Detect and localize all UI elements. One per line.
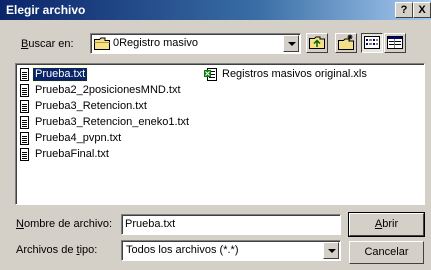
file-list[interactable]: Prueba.txt Prueba2_2posicionesMND.txt Pr…: [15, 63, 425, 205]
cancel-button[interactable]: Cancelar: [349, 241, 424, 264]
text-file-icon: [20, 100, 29, 113]
filetype-label: Archivos de tipo:: [16, 244, 98, 256]
window-title: Elegir archivo: [6, 3, 86, 17]
filename-label: Nombre de archivo:: [16, 218, 112, 230]
up-one-level-button[interactable]: [306, 33, 328, 53]
file-name: Prueba2_2posicionesMND.txt: [35, 84, 181, 96]
file-name: Prueba4_pvpn.txt: [35, 132, 122, 144]
folder-up-icon: [309, 36, 325, 49]
lookin-dropdown-arrow[interactable]: [283, 35, 299, 52]
file-name: Prueba3_Retencion.txt: [35, 100, 147, 112]
new-folder-button[interactable]: [335, 33, 357, 53]
filename-value: Prueba.txt: [125, 218, 176, 230]
text-file-icon: [20, 132, 29, 145]
file-name: PruebaFinal.txt: [35, 148, 109, 160]
help-button[interactable]: ?: [395, 2, 413, 18]
new-folder-icon: [338, 34, 354, 50]
list-view-icon: [364, 36, 380, 49]
file-name: Prueba.txt: [31, 67, 89, 82]
filetype-value: Todos los archivos (*.*): [126, 244, 239, 256]
list-view-button[interactable]: [361, 33, 383, 53]
file-name: Prueba3_Retencion_eneko1.txt: [35, 116, 190, 128]
details-view-button[interactable]: [384, 33, 406, 53]
lookin-value: 0Registro masivo: [113, 37, 198, 49]
lookin-label: Buscar en:: [21, 38, 74, 50]
title-bar: Elegir archivo ? X: [0, 0, 431, 20]
text-file-icon: [20, 148, 29, 161]
excel-file-icon: [204, 68, 217, 81]
filename-input[interactable]: Prueba.txt: [121, 214, 341, 235]
file-name: Registros masivos original.xls: [222, 68, 367, 80]
lookin-combo[interactable]: 0Registro masivo: [90, 33, 301, 54]
folder-icon: [94, 37, 110, 50]
filetype-combo[interactable]: Todos los archivos (*.*): [121, 240, 341, 261]
open-button[interactable]: Abrir: [348, 212, 425, 237]
text-file-icon: [20, 116, 29, 129]
filetype-dropdown-arrow[interactable]: [323, 242, 339, 259]
text-file-icon: [20, 84, 29, 97]
close-button[interactable]: X: [413, 2, 431, 18]
details-view-icon: [387, 36, 403, 49]
text-file-icon: [20, 68, 29, 81]
